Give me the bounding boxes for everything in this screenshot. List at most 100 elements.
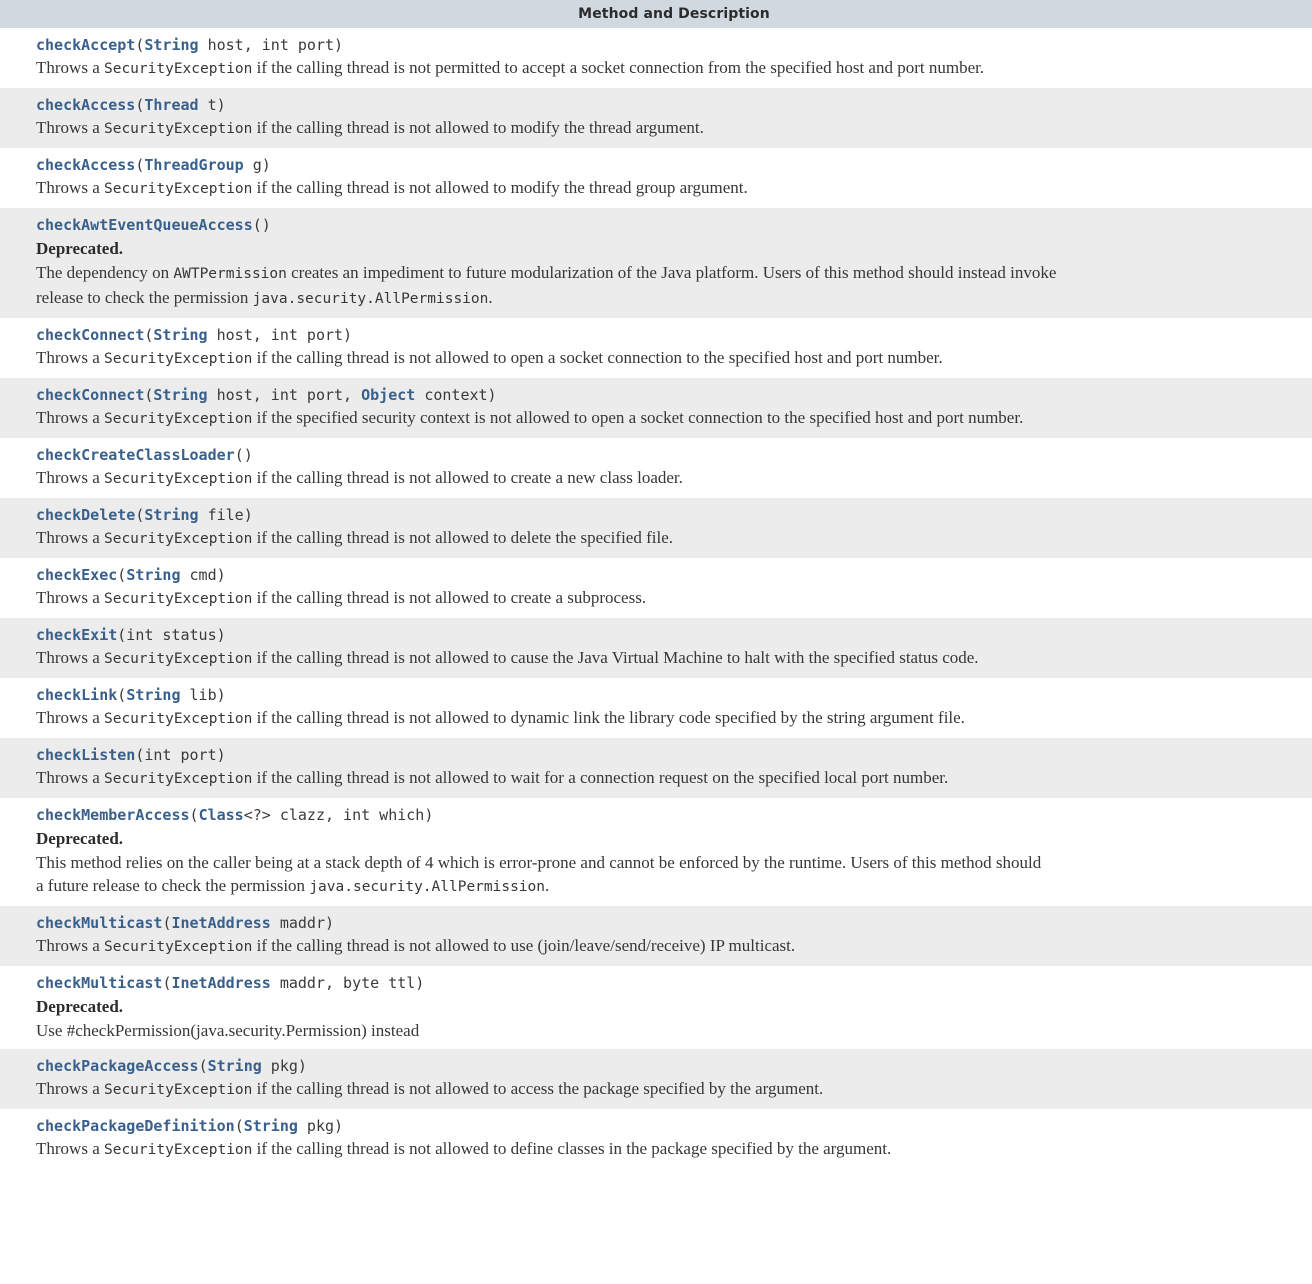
table-row: checkExec(String cmd) Throws a SecurityEx… (0, 558, 1312, 618)
signature-text: context) (415, 386, 497, 404)
method-signature[interactable]: checkMulticast(InetAddress maddr) (36, 912, 1312, 934)
method-description: Throws a SecurityException if the callin… (36, 346, 1312, 371)
deprecated-label: Deprecated. (36, 239, 124, 258)
method-signature[interactable]: checkMemberAccess(Class<?> clazz, int wh… (36, 804, 1312, 826)
signature-text: host, int port, (207, 386, 362, 404)
method-name-link[interactable]: checkConnect (36, 326, 144, 344)
method-name-link[interactable]: checkExec (36, 566, 117, 584)
method-signature[interactable]: checkLink(String lib) (36, 684, 1312, 706)
description-text: Throws a (36, 1079, 104, 1098)
table-row: checkDelete(String file) Throws a Securit… (0, 498, 1312, 558)
method-signature[interactable]: checkDelete(String file) (36, 504, 1312, 526)
parameter-type-link[interactable]: String (208, 1057, 262, 1075)
method-description: Throws a SecurityException if the callin… (36, 56, 1312, 81)
description-text: Throws a (36, 178, 104, 197)
method-signature[interactable]: checkMulticast(InetAddress maddr, byte t… (36, 972, 1312, 994)
deprecated-label: Deprecated. (36, 997, 124, 1016)
signature-text: () (252, 216, 271, 234)
method-name-link[interactable]: checkAccept (36, 36, 135, 54)
description-text: if the calling thread is not allowed to … (252, 1079, 824, 1098)
method-name-link[interactable]: checkMulticast (36, 914, 162, 932)
method-signature[interactable]: checkExit(int status) (36, 624, 1312, 646)
method-signature[interactable]: checkPackageAccess(String pkg) (36, 1055, 1312, 1077)
description-text: if the calling thread is not allowed to … (252, 588, 647, 607)
method-cell: checkAccess(ThreadGroup g) Throws a Secur… (0, 148, 1312, 208)
parameter-type-link[interactable]: Object (361, 386, 415, 404)
description-text: if the calling thread is not allowed to … (252, 468, 683, 487)
description-text: if the calling thread is not allowed to … (252, 708, 965, 727)
parameter-type-link[interactable]: String (144, 506, 198, 524)
description-text: if the specified security context is not… (252, 408, 1024, 427)
inline-code: SecurityException (103, 471, 253, 487)
description-text: This method relies on the caller being a… (36, 853, 1042, 872)
method-description: Throws a SecurityException if the callin… (36, 1077, 1312, 1102)
method-name-link[interactable]: checkPackageAccess (36, 1057, 199, 1075)
signature-text: ( (234, 1117, 244, 1135)
method-cell: checkExec(String cmd) Throws a SecurityEx… (0, 558, 1312, 618)
method-signature[interactable]: checkAccept(String host, int port) (36, 34, 1312, 56)
method-signature[interactable]: checkConnect(String host, int port) (36, 324, 1312, 346)
inline-code: SecurityException (103, 771, 253, 787)
method-name-link[interactable]: checkListen (36, 746, 135, 764)
method-signature[interactable]: checkConnect(String host, int port, Obje… (36, 384, 1312, 406)
signature-text: ( (189, 806, 199, 824)
method-name-link[interactable]: checkDelete (36, 506, 135, 524)
signature-text: ( (198, 1057, 208, 1075)
method-signature[interactable]: checkAwtEventQueueAccess() (36, 214, 1312, 236)
method-signature[interactable]: checkListen(int port) (36, 744, 1312, 766)
parameter-type-link[interactable]: ThreadGroup (144, 156, 243, 174)
table-row: checkConnect(String host, int port, Obje… (0, 378, 1312, 438)
parameter-type-link[interactable]: String (144, 36, 198, 54)
method-description: Throws a SecurityException if the callin… (36, 176, 1312, 201)
method-cell: checkExit(int status) Throws a SecurityEx… (0, 618, 1312, 678)
method-signature[interactable]: checkPackageDefinition(String pkg) (36, 1115, 1312, 1137)
table-row: checkAccess(ThreadGroup g) Throws a Secur… (0, 148, 1312, 208)
method-name-link[interactable]: checkMemberAccess (36, 806, 190, 824)
parameter-type-link[interactable]: String (126, 566, 180, 584)
method-signature[interactable]: checkAccess(Thread t) (36, 94, 1312, 116)
description-text: if the calling thread is not allowed to … (252, 1139, 892, 1158)
method-name-link[interactable]: checkCreateClassLoader (36, 446, 235, 464)
description-text: . (488, 288, 493, 307)
parameter-type-link[interactable]: Thread (144, 96, 198, 114)
description-text: Throws a (36, 768, 104, 787)
deprecated-label: Deprecated. (36, 829, 124, 848)
method-name-link[interactable]: checkLink (36, 686, 117, 704)
description-text: Throws a (36, 58, 104, 77)
method-name-link[interactable]: checkPackageDefinition (36, 1117, 235, 1135)
method-signature[interactable]: checkExec(String cmd) (36, 564, 1312, 586)
method-description: This method relies on the caller being a… (36, 851, 1312, 874)
method-cell: checkLink(String lib) Throws a SecurityEx… (0, 678, 1312, 738)
inline-code: SecurityException (103, 651, 253, 667)
parameter-type-link[interactable]: String (153, 326, 207, 344)
method-name-link[interactable]: checkAccess (36, 156, 135, 174)
signature-text: pkg) (261, 1057, 307, 1075)
method-description: Throws a SecurityException if the callin… (36, 706, 1312, 731)
parameter-type-link[interactable]: String (126, 686, 180, 704)
table-row: checkMemberAccess(Class<?> clazz, int wh… (0, 798, 1312, 906)
method-name-link[interactable]: checkAccess (36, 96, 135, 114)
description-text: Throws a (36, 348, 104, 367)
method-name-link[interactable]: checkConnect (36, 386, 144, 404)
parameter-type-link[interactable]: InetAddress (171, 974, 270, 992)
method-signature[interactable]: checkAccess(ThreadGroup g) (36, 154, 1312, 176)
method-cell: checkMulticast(InetAddress maddr, byte t… (0, 966, 1312, 1049)
inline-code: AWTPermission (173, 266, 287, 282)
parameter-type-link[interactable]: InetAddress (171, 914, 270, 932)
method-name-link[interactable]: checkExit (36, 626, 117, 644)
description-text: if the calling thread is not allowed to … (252, 118, 704, 137)
method-description: Throws a SecurityException if the specif… (36, 406, 1312, 431)
method-description: Throws a SecurityException if the callin… (36, 586, 1312, 611)
method-signature[interactable]: checkCreateClassLoader() (36, 444, 1312, 466)
method-name-link[interactable]: checkMulticast (36, 974, 162, 992)
parameter-type-link[interactable]: Class (199, 806, 244, 824)
method-description: Throws a SecurityException if the callin… (36, 934, 1312, 959)
table-row: checkPackageAccess(String pkg) Throws a S… (0, 1049, 1312, 1109)
parameter-type-link[interactable]: String (153, 386, 207, 404)
parameter-type-link[interactable]: String (244, 1117, 298, 1135)
method-name-link[interactable]: checkAwtEventQueueAccess (36, 216, 253, 234)
description-text: Throws a (36, 118, 104, 137)
signature-text: ( (117, 686, 127, 704)
signature-text: (int port) (135, 746, 226, 764)
description-text: The dependency on (36, 263, 174, 282)
